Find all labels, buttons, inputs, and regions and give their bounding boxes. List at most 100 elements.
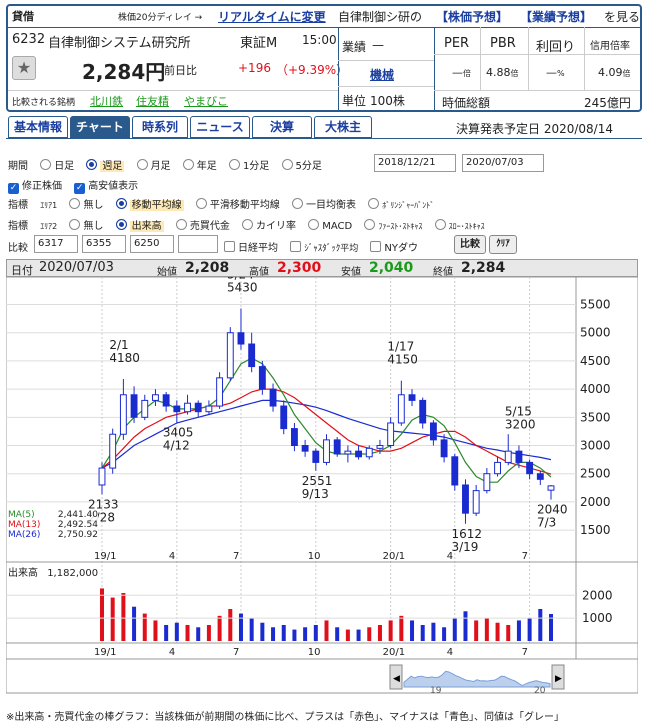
candle-body [429,422,437,441]
ind1-ichimoku[interactable]: 一目均衡表 [292,198,356,211]
date-from-input[interactable]: 2018/12/21 [374,154,456,172]
pbr-number: 4.88 [486,66,511,79]
compare-label: 比較される銘柄 [12,98,76,108]
period-daily[interactable]: 日足 [40,159,74,172]
candle-body [526,461,534,475]
earnings-link[interactable]: 【業績予想】 [520,8,592,25]
ind2-macd[interactable]: MACD [308,219,352,232]
vol-tick-label: 2000 [582,588,613,602]
candle-body [109,433,117,469]
ind2-turnover[interactable]: 売買代金 [175,219,230,232]
volume-bar [313,625,318,641]
high-low-checkbox[interactable]: ✓ 高安値表示 [74,181,138,194]
x-tick-label: 4 [169,551,175,562]
x-tick-label: 19/1 [94,551,116,562]
volume-label: 出来高 [8,568,38,579]
ma13-label: MA(13) [8,520,41,530]
ohlc-bar: 日付 2020/07/03 始値 2,208 高値 2,300 安値 2,040… [6,259,638,278]
candle-body [504,450,512,463]
compare-code-3[interactable]: 6250 [130,235,174,253]
ind1-none[interactable]: 無し [69,198,103,211]
period-weekly[interactable]: 週足 [86,159,125,172]
period-1min[interactable]: 1分足 [228,159,269,172]
period-monthly[interactable]: 月足 [136,159,171,172]
annotation: 9/13 [302,487,329,501]
annotation: 4150 [387,353,418,367]
compare-stock-3[interactable]: やまびこ [184,93,228,109]
tab-chart[interactable]: チャート [70,116,130,138]
indicator1-area: ｴﾘｱ1 [40,201,58,210]
ind2-slow-stoch[interactable]: ｽﾛｰ･ｽﾄｷｬｽ [434,219,485,232]
compare-stock-1[interactable]: 北川鉄 [90,93,123,109]
ind2-none[interactable]: 無し [69,219,103,232]
stock-name: 自律制御システム研究所 [48,36,191,51]
candle-body [419,399,427,424]
cmp-nikkei[interactable]: 日経平均 [224,241,278,254]
ind2-fast-stoch[interactable]: ﾌｧｰｽﾄ･ｽﾄｷｬｽ [364,219,422,232]
ind1-ema[interactable]: 平滑移動平均線 [195,198,280,211]
compare-stock-2[interactable]: 住友精 [136,93,169,109]
candle-body [312,450,320,463]
annotation: 3405 [163,426,194,440]
volume-bar [271,627,276,641]
x-tick-label: 7 [522,551,528,562]
volume-bar [495,622,500,641]
yield-unit: % [557,69,565,78]
tab-earnings[interactable]: 決算 [252,116,312,138]
period-5min[interactable]: 5分足 [281,159,322,172]
cmp-jasdaq[interactable]: ｼﾞｬｽﾀﾞｯｸ平均 [290,241,358,254]
ind2-deviation[interactable]: カイリ率 [242,219,296,232]
per-value: —倍 [452,66,471,79]
compare-button[interactable]: 比較 [454,235,486,254]
candle-body [333,439,341,455]
annotation: 5430 [227,281,258,295]
volume-bar [388,620,393,641]
y-tick-label: 5000 [580,326,611,340]
nav-label-19: 19 [430,686,442,696]
candle-body [365,447,373,458]
close-value: 2,284 [461,260,506,276]
perf-label: 業績 [342,40,367,54]
annotation: 3200 [505,418,536,432]
compare-code-4[interactable] [178,235,218,253]
low-value: 2,040 [369,260,414,276]
sector-link[interactable]: 機械 [370,66,394,83]
change-value: +196 [238,61,271,75]
tab-shareholders[interactable]: 大株主 [314,116,372,138]
candle-body [269,388,277,407]
forecast-link[interactable]: 【株価予想】 [436,8,508,25]
y-tick-label: 3500 [580,410,611,424]
period-yearly[interactable]: 年足 [182,159,217,172]
cmp-nydow[interactable]: NYダウ [370,241,418,254]
x-tick-label: 10 [308,551,321,562]
ind1-ma[interactable]: 移動平均線 [115,198,184,211]
y-tick-label: 2500 [580,467,611,481]
volume-bar [217,615,222,641]
adjusted-price-checkbox[interactable]: ✓ 修正株価 [8,181,62,194]
ind2-volume[interactable]: 出来高 [115,219,164,232]
compare-code-1[interactable]: 6317 [34,235,78,253]
tab-basic-info[interactable]: 基本情報 [8,116,68,138]
tab-timeseries[interactable]: 時系列 [132,116,188,138]
pbr-value: 4.88倍 [486,66,519,79]
volume-bar [431,622,436,641]
date-to-input[interactable]: 2020/07/03 [462,154,544,172]
volume-bar [100,588,104,641]
high-value: 2,300 [277,260,322,276]
ind1-bollinger[interactable]: ﾎﾞﾘﾝｼﾞｬｰﾊﾞﾝﾄﾞ [368,198,434,211]
volume-bar [132,606,137,641]
margin-number: 4.09 [598,66,623,79]
volume-bar [185,625,190,641]
volume-legend: 出来高 1,182,000 [8,564,98,579]
star-icon[interactable]: ★ [12,56,36,80]
volume-bar [345,629,350,641]
annotation: 4/12 [163,439,190,453]
clear-button[interactable]: ｸﾘｱ [489,235,517,254]
annotation: 1/17 [387,340,414,354]
realtime-link[interactable]: リアルタイムに変更 [218,8,326,25]
annotation: 2/1 [109,338,128,352]
period-row: 期間 日足 週足 月足 年足 1分足 5分足 [8,157,331,172]
compare-code-2[interactable]: 6355 [82,235,126,253]
candle-body [119,394,127,435]
tab-news[interactable]: ニュース [190,116,250,138]
